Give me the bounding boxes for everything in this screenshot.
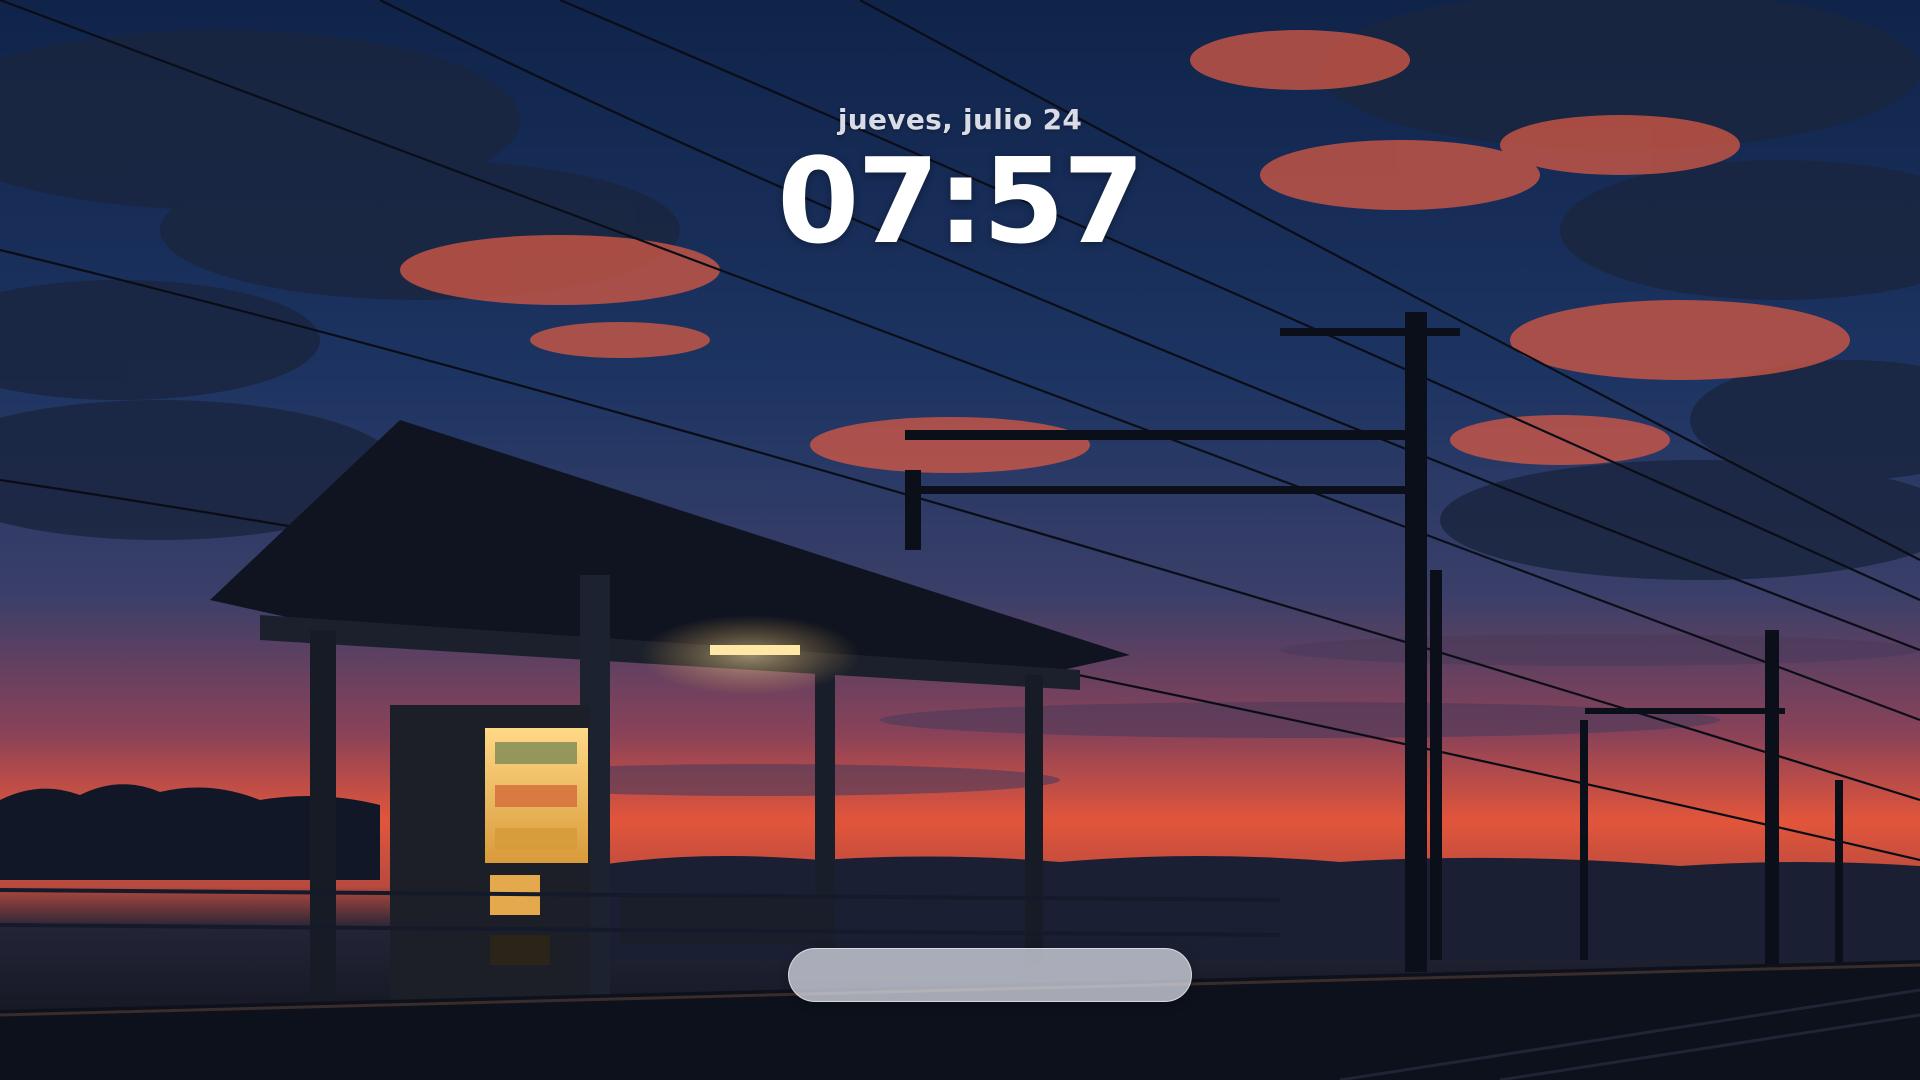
vending-machine [390,705,590,1010]
password-input[interactable] [788,948,1192,1002]
lock-screen: jueves, julio 24 07:57 [0,0,1920,1080]
wallpaper [0,0,1920,1080]
